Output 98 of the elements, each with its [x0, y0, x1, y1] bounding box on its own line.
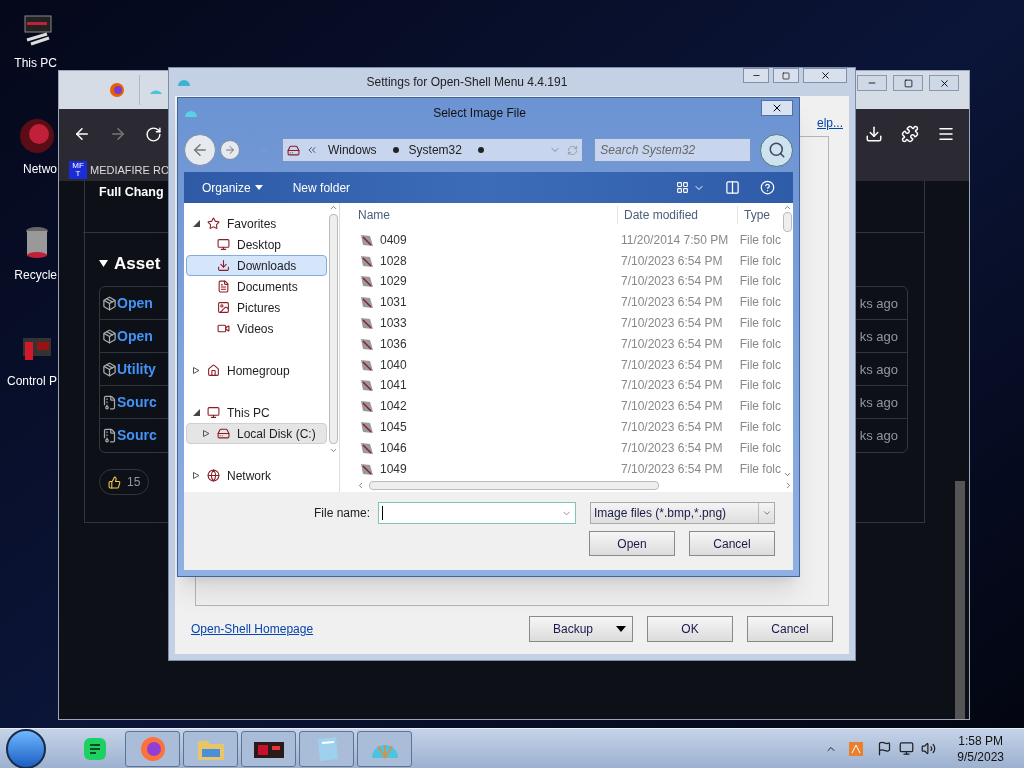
clock-time[interactable]: 1:58 PM — [958, 732, 1003, 749]
nav-item[interactable]: Local Disk (C:) — [186, 423, 327, 444]
asset-age: ks ago — [859, 427, 898, 445]
file-name: 1036 — [380, 335, 407, 353]
nav-item[interactable]: Desktop — [186, 234, 327, 255]
type-cell-text: File folc — [738, 273, 781, 291]
nav-item[interactable]: Documents — [186, 276, 327, 297]
desktop-icon-label[interactable]: Recycle — [14, 266, 57, 284]
file-row[interactable]: 1041 7/10/2023 6:54 PM File folc — [356, 375, 781, 396]
type-cell-text: File folc — [738, 398, 781, 416]
asset-age: ks ago — [859, 393, 898, 412]
release-heading: Full Chang — [99, 184, 164, 201]
dialog-title: Select Image File — [432, 105, 527, 122]
favicon-letters: MF — [72, 162, 84, 170]
type-cell-text: File folc — [738, 315, 781, 332]
date-cell-text: 7/10/2023 6:54 PM — [620, 335, 724, 353]
desktop-icon-label[interactable]: This PC — [14, 54, 57, 72]
type-cell-text: File folc — [738, 377, 781, 395]
file-row[interactable]: 1045 7/10/2023 6:54 PM File folc — [356, 416, 781, 438]
asset-link[interactable]: Sourc — [117, 391, 157, 413]
clock-date[interactable]: 9/5/2023 — [957, 748, 1004, 765]
asset-link[interactable]: Utility — [117, 358, 156, 380]
type-cell-text: File folc — [738, 419, 781, 436]
column-header[interactable]: Date modified — [618, 206, 738, 225]
file-name: 1040 — [380, 356, 407, 374]
asset-link[interactable]: Sourc — [117, 425, 157, 447]
asset-link[interactable]: Open — [117, 325, 153, 347]
file-row[interactable]: 1029 7/10/2023 6:54 PM File folc — [356, 271, 781, 292]
file-row[interactable]: 1028 7/10/2023 6:54 PM File folc — [356, 250, 781, 272]
file-name: 1042 — [380, 398, 407, 416]
help-link[interactable]: elp... — [817, 114, 843, 132]
date-cell-text: 7/10/2023 6:54 PM — [620, 439, 724, 457]
file-name: 1031 — [380, 294, 407, 312]
asset-age: ks ago — [859, 327, 898, 346]
dialog-button[interactable]: OK — [647, 616, 733, 642]
toolbar-button[interactable]: New folder — [292, 178, 351, 197]
file-row[interactable]: 1036 7/10/2023 6:54 PM File folc — [356, 333, 781, 355]
date-cell-text: 7/10/2023 6:54 PM — [620, 356, 724, 374]
asset-age: ks ago — [859, 360, 898, 379]
type-cell-text: File folc — [738, 460, 781, 478]
file-row[interactable]: 1033 7/10/2023 6:54 PM File folc — [356, 312, 781, 334]
file-name: 1033 — [380, 315, 407, 332]
date-cell-text: 7/10/2023 6:54 PM — [620, 273, 724, 291]
date-cell-text: 7/10/2023 6:54 PM — [620, 315, 724, 332]
file-name: 1046 — [380, 439, 407, 457]
nav-item[interactable]: This PC — [186, 402, 327, 423]
column-header[interactable]: Name — [356, 206, 618, 225]
file-row[interactable]: 1046 7/10/2023 6:54 PM File folc — [356, 437, 781, 459]
date-cell-text: 7/10/2023 6:54 PM — [620, 377, 724, 395]
field-label: File name: — [313, 505, 370, 522]
nav-item[interactable]: Pictures — [186, 297, 327, 318]
homepage-link[interactable]: Open-Shell Homepage — [191, 620, 515, 638]
desktop-icon-label[interactable]: Netwo — [23, 160, 57, 178]
desktop-icon-label[interactable]: Control P — [6, 372, 57, 390]
date-cell-text: 7/10/2023 6:54 PM — [620, 398, 724, 416]
split-button[interactable]: Backup — [529, 616, 633, 642]
favicon-letters: T — [75, 170, 81, 178]
file-name: 0409 — [380, 231, 407, 249]
date-cell-text: 7/10/2023 6:54 PM — [620, 460, 724, 478]
breadcrumb-item[interactable]: Windows — [327, 141, 377, 159]
date-cell-text: 7/10/2023 6:54 PM — [620, 294, 724, 312]
file-name: 1041 — [380, 377, 407, 395]
type-cell-text: File folc — [738, 335, 781, 353]
asset-link[interactable]: Open — [117, 292, 153, 314]
address-bar[interactable]: Windows System32 — [281, 138, 584, 162]
nav-item[interactable]: Favorites — [186, 213, 327, 234]
dialog-button[interactable]: Cancel — [747, 616, 833, 642]
dialog-button[interactable]: Open — [589, 531, 675, 556]
file-row[interactable]: 0409 11/20/2014 7:50 PM File folc — [356, 229, 781, 251]
dialog-button[interactable]: Cancel — [689, 531, 775, 556]
nav-item[interactable]: Downloads — [186, 255, 327, 276]
section-title: Asset — [114, 252, 161, 275]
column-header[interactable]: Type — [738, 206, 770, 225]
nav-item[interactable]: Videos — [186, 318, 327, 339]
file-row[interactable]: 1031 7/10/2023 6:54 PM File folc — [356, 291, 781, 313]
window-title: Settings for Open-Shell Menu 4.4.191 — [365, 74, 569, 91]
file-row[interactable]: 1040 7/10/2023 6:54 PM File folc — [356, 354, 781, 375]
file-name: 1045 — [380, 419, 407, 436]
type-cell-text: File folc — [738, 231, 781, 249]
file-name: 1029 — [380, 273, 407, 291]
file-row[interactable]: 1049 7/10/2023 6:54 PM File folc — [356, 458, 781, 479]
toolbar-button[interactable]: Organize — [202, 178, 263, 197]
date-cell-text: 11/20/2014 7:50 PM — [620, 231, 730, 249]
nav-item[interactable]: Homegroup — [186, 360, 327, 381]
file-row[interactable]: 1042 7/10/2023 6:54 PM File folc — [356, 395, 781, 417]
date-cell-text: 7/10/2023 6:54 PM — [620, 419, 724, 436]
file-name: 1049 — [380, 460, 407, 478]
search-field[interactable]: Search System32 — [594, 138, 752, 162]
file-type-dropdown[interactable]: Image files (*.bmp,*.png) — [590, 502, 775, 524]
type-cell-text: File folc — [738, 439, 781, 457]
nav-item[interactable]: Network — [186, 465, 327, 486]
date-cell-text: 7/10/2023 6:54 PM — [620, 252, 724, 270]
type-cell-text: File folc — [738, 294, 781, 312]
type-cell-text: File folc — [738, 252, 781, 270]
asset-age: ks ago — [859, 294, 898, 313]
type-cell-text: File folc — [738, 356, 781, 374]
breadcrumb-item[interactable]: System32 — [408, 141, 462, 159]
file-name: 1028 — [380, 252, 407, 270]
